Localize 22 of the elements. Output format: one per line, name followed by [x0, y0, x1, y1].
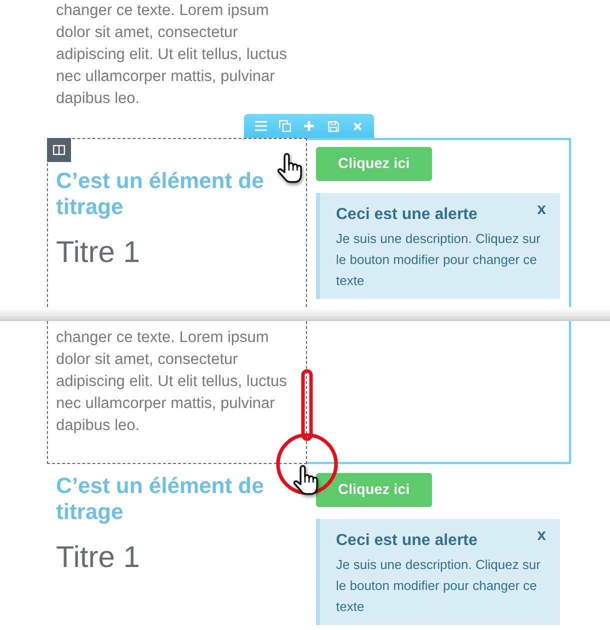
hand-cursor-icon [277, 153, 302, 183]
alert-description: Je suis une description. Cliquez sur le bouton modifier pour changer ce texte [336, 230, 540, 290]
title-text: Titre 1 [56, 236, 140, 270]
alert-close-button[interactable]: x [535, 201, 548, 219]
paragraph-text: changer ce texte. Lorem ipsum dolor sit amet, consectetur adipiscing elit. Ut elit tellus, luctus nec ullamcorper mattis, pulvinar dapibus leo. [56, 328, 287, 436]
alert-title: Ceci est une alerte [336, 531, 478, 551]
heading-text: C’est un élément de titrage [56, 168, 265, 220]
heading-text: C’est un élément de titrage [56, 473, 265, 525]
alert-title: Ceci est une alerte [336, 205, 478, 225]
column-handle[interactable] [47, 138, 71, 162]
close-icon [352, 122, 362, 130]
columns-icon [53, 145, 65, 155]
resize-handle-highlight [301, 369, 313, 441]
save-icon [328, 120, 338, 132]
title-text: Titre 1 [56, 541, 140, 575]
menu-icon [255, 121, 267, 131]
alert-close-button[interactable]: x [535, 527, 548, 545]
highlight-circle [276, 433, 338, 495]
paragraph-text: changer ce texte. Lorem ipsum dolor sit amet, consectetur adipiscing elit. Ut elit tellus, luctus nec ullamcorper mattis, pulvinar dapibus leo. [56, 1, 287, 109]
alert-description: Je suis une description. Cliquez sur le bouton modifier pour changer ce texte [336, 556, 540, 616]
plus-icon [304, 121, 314, 131]
copy-icon [279, 120, 291, 132]
